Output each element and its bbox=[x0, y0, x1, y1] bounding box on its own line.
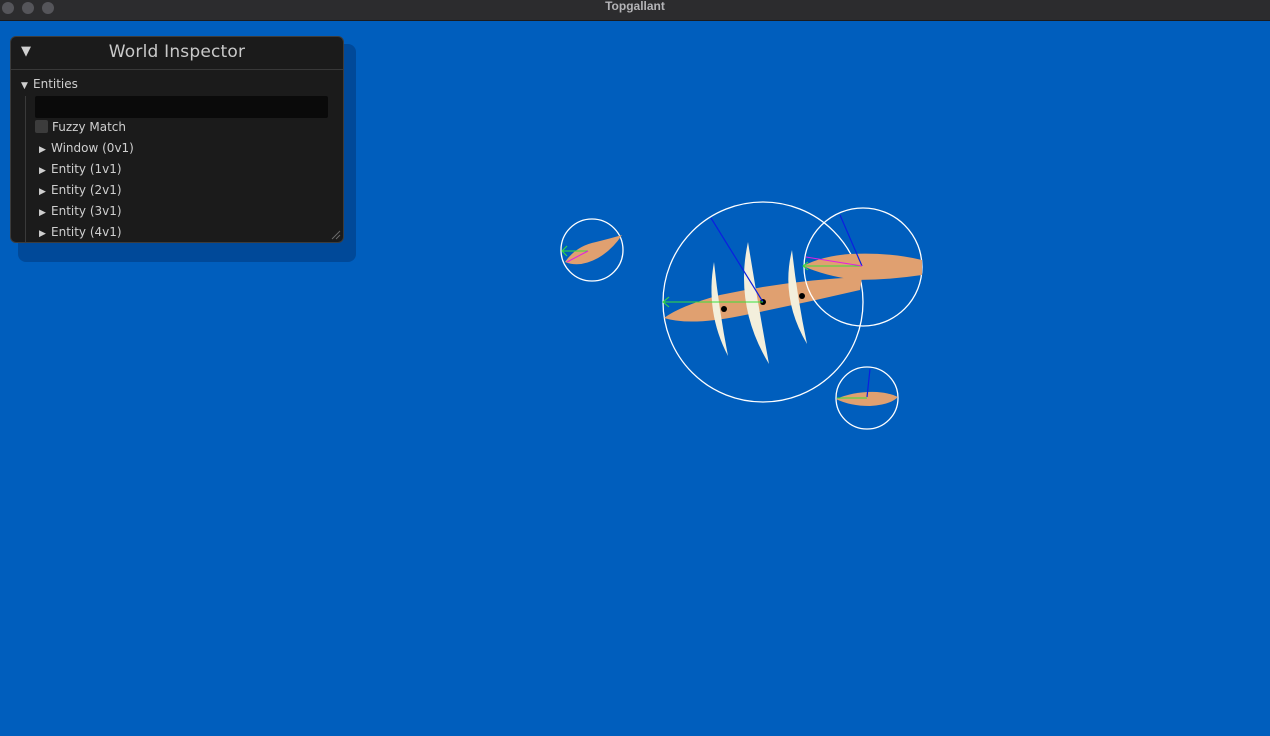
small-boat-left bbox=[560, 218, 624, 282]
entity-label: Entity (1v1) bbox=[51, 162, 122, 176]
entity-list-item[interactable]: ▶ Entity (2v1) bbox=[39, 183, 122, 199]
entity-label: Entity (4v1) bbox=[51, 225, 122, 239]
triangle-right-icon: ▶ bbox=[39, 187, 46, 197]
inspector-title-bar[interactable]: ▼ World Inspector bbox=[11, 37, 343, 70]
boat-hull bbox=[565, 235, 622, 265]
entity-label: Window (0v1) bbox=[51, 141, 134, 155]
triangle-right-icon: ▶ bbox=[39, 166, 46, 176]
fuzzy-match-label[interactable]: Fuzzy Match bbox=[52, 120, 126, 134]
world-inspector-window[interactable]: ▼ World Inspector ▼ Entities Fuzzy Match … bbox=[10, 36, 344, 243]
entity-search-input[interactable] bbox=[35, 96, 328, 118]
window-title-bar: Topgallant bbox=[0, 0, 1270, 21]
mast-dot bbox=[721, 306, 727, 312]
triangle-down-icon: ▼ bbox=[21, 81, 28, 91]
resize-grip-icon[interactable] bbox=[331, 230, 341, 240]
entity-list-item[interactable]: ▶ Entity (3v1) bbox=[39, 204, 122, 220]
entity-list-item[interactable]: ▶ Window (0v1) bbox=[39, 141, 134, 157]
mast-dot bbox=[799, 293, 805, 299]
large-ship bbox=[662, 201, 864, 403]
tree-indent-guide bbox=[25, 96, 26, 242]
entities-header-label: Entities bbox=[33, 77, 78, 91]
fuzzy-match-checkbox[interactable] bbox=[35, 120, 48, 133]
entity-label: Entity (2v1) bbox=[51, 183, 122, 197]
boat-hull bbox=[803, 253, 922, 280]
entity-list-item[interactable]: ▶ Entity (1v1) bbox=[39, 162, 122, 178]
entity-list-item[interactable]: ▶ Entity (4v1) bbox=[39, 225, 122, 241]
up-vector bbox=[710, 217, 764, 303]
triangle-right-icon: ▶ bbox=[39, 145, 46, 155]
inspector-title: World Inspector bbox=[108, 42, 246, 62]
triangle-right-icon: ▶ bbox=[39, 208, 46, 218]
small-boat-bottom bbox=[835, 366, 899, 430]
window-title: Topgallant bbox=[605, 0, 665, 13]
entities-header[interactable]: ▼ Entities bbox=[21, 77, 78, 93]
triangle-right-icon: ▶ bbox=[39, 229, 46, 239]
entity-label: Entity (3v1) bbox=[51, 204, 122, 218]
